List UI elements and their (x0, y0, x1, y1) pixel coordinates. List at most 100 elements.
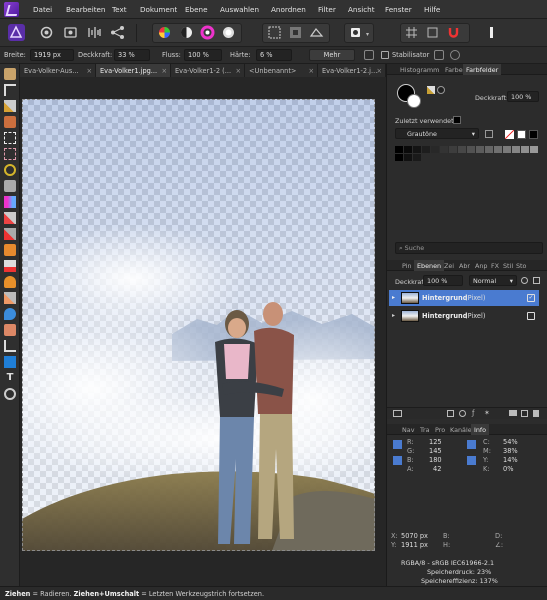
tab-nav[interactable]: Nav (399, 424, 417, 435)
lock-icon[interactable] (533, 277, 540, 284)
secondary-color-swatch[interactable] (407, 94, 421, 108)
layer-row[interactable]: ▸ Hintergrund (Pixel) (389, 308, 539, 324)
tab-sto[interactable]: Sto (513, 260, 529, 271)
dodge-icon[interactable] (4, 244, 16, 256)
grid-icon[interactable] (403, 24, 420, 41)
export-persona-icon[interactable] (109, 24, 126, 41)
menu-datei[interactable]: Datei (33, 5, 52, 14)
tab-info[interactable]: Info (471, 424, 490, 435)
clone-brush-icon[interactable] (4, 276, 16, 288)
menu-text[interactable]: Text (112, 5, 127, 14)
folder-icon[interactable] (509, 410, 517, 416)
burn-icon[interactable] (4, 260, 16, 272)
shape-tool-icon[interactable] (4, 356, 16, 368)
document-canvas[interactable] (22, 99, 375, 551)
menu-filter[interactable]: Filter (318, 5, 336, 14)
expand-arrow-icon[interactable]: ▸ (392, 312, 395, 319)
menu-ansicht[interactable]: Ansicht (348, 5, 375, 14)
tab-pro[interactable]: Pro (432, 424, 448, 435)
marquee-icon[interactable] (4, 164, 16, 176)
close-icon[interactable]: × (308, 67, 314, 75)
close-icon[interactable]: × (86, 67, 92, 75)
color-wheel-icon[interactable] (156, 24, 173, 41)
paint-brush-icon[interactable] (4, 212, 16, 224)
black-swatch-icon[interactable] (529, 130, 538, 139)
hand-tool-icon[interactable] (4, 68, 16, 80)
link-icon[interactable]: ✶ (484, 409, 490, 417)
stabilizer-checkbox[interactable] (381, 51, 389, 59)
blur-brush-icon[interactable] (4, 308, 16, 320)
close-icon[interactable]: × (161, 67, 167, 75)
tab-histogramm[interactable]: Histogramm (397, 64, 442, 75)
pointer-icon[interactable] (393, 456, 402, 465)
close-icon[interactable]: × (235, 67, 241, 75)
wet-edges-icon[interactable] (434, 50, 444, 60)
tab-ebenen[interactable]: Ebenen (414, 260, 445, 271)
develop-persona-icon[interactable] (62, 24, 79, 41)
crop-tool-icon[interactable] (4, 116, 16, 128)
width-field[interactable]: 1919 px (30, 49, 74, 61)
tab-tra[interactable]: Tra (417, 424, 433, 435)
doc-tab[interactable]: Eva-Volker-Aus... × (20, 64, 96, 77)
eyedropper-icon[interactable] (427, 86, 435, 94)
protect-alpha-icon[interactable] (450, 50, 460, 60)
add-swatch-icon[interactable] (485, 130, 493, 138)
black-white-icon[interactable] (178, 24, 195, 41)
more-button[interactable]: Mehr (309, 49, 355, 61)
layer-visibility-checkbox[interactable]: ✓ (527, 294, 535, 302)
menu-hilfe[interactable]: Hilfe (424, 5, 440, 14)
trash-icon[interactable] (533, 410, 539, 417)
affinity-photo-logo[interactable] (4, 2, 19, 17)
gradient-tool-icon[interactable] (4, 196, 16, 208)
doc-tab[interactable]: Eva-Volker1-2 (... × (171, 64, 245, 77)
white-swatch-icon[interactable] (517, 130, 526, 139)
white-balance-icon[interactable] (220, 24, 237, 41)
color-picker-icon[interactable] (4, 100, 16, 112)
tone-mapping-persona-icon[interactable] (86, 24, 103, 41)
pointer-icon[interactable] (467, 440, 476, 449)
liquify-persona-icon[interactable] (38, 24, 55, 41)
zoom-tool-icon[interactable] (4, 388, 16, 400)
photo-persona-icon[interactable] (8, 24, 25, 41)
noise-icon[interactable] (437, 86, 445, 94)
tab-zei[interactable]: Zei (441, 260, 457, 271)
adjustment-icon[interactable] (459, 410, 466, 417)
opacity-field[interactable]: 33 % (114, 49, 150, 61)
doc-tab[interactable]: <Unbenannt> × (245, 64, 318, 77)
selection-brush-icon[interactable] (4, 132, 16, 144)
pen-tool-icon[interactable] (4, 340, 16, 352)
mask-icon[interactable] (447, 410, 454, 417)
doc-tab-active[interactable]: Eva-Volker1.jpg... × (96, 64, 171, 77)
pointer-icon[interactable] (393, 440, 402, 449)
tab-abr[interactable]: Abr (456, 260, 473, 271)
color-opacity-field[interactable]: 100 % (507, 91, 539, 102)
palette-dropdown[interactable]: Grautöne ▾ (395, 128, 479, 139)
chevron-down-icon[interactable]: ▾ (366, 31, 369, 38)
fx-icon[interactable]: ƒ (472, 409, 474, 417)
lasso-icon[interactable] (4, 148, 16, 160)
brush-icon[interactable] (364, 50, 374, 60)
menu-dokument[interactable]: Dokument (140, 5, 177, 14)
blend-mode-dropdown[interactable]: Normal ▾ (469, 275, 517, 286)
layer-row-selected[interactable]: ▸ Hintergrund (Pixel) ✓ (389, 290, 539, 306)
none-color-icon[interactable] (505, 130, 514, 139)
layers-stack-icon[interactable] (393, 410, 402, 417)
erase-brush-icon[interactable] (4, 228, 16, 240)
grayscale-swatches[interactable] (395, 146, 543, 162)
flow-field[interactable]: 100 % (184, 49, 222, 61)
recent-color-swatch[interactable] (453, 116, 461, 124)
search-input[interactable]: ⌕ Suche (395, 242, 543, 254)
pointer-icon[interactable] (467, 456, 476, 465)
tab-farbfelder[interactable]: Farbfelder (463, 64, 502, 75)
healing-brush-icon[interactable] (4, 292, 16, 304)
quick-mask-icon[interactable] (266, 24, 283, 41)
move-tool-icon[interactable] (4, 84, 16, 96)
close-icon[interactable]: × (376, 67, 382, 75)
smudge-icon[interactable] (4, 324, 16, 336)
add-layer-icon[interactable] (521, 410, 528, 417)
transform-icon[interactable] (424, 24, 441, 41)
expand-arrow-icon[interactable]: ▸ (392, 294, 395, 301)
flood-fill-icon[interactable] (4, 180, 16, 192)
menu-auswahlen[interactable]: Auswahlen (220, 5, 259, 14)
cursor-icon[interactable] (483, 24, 500, 41)
